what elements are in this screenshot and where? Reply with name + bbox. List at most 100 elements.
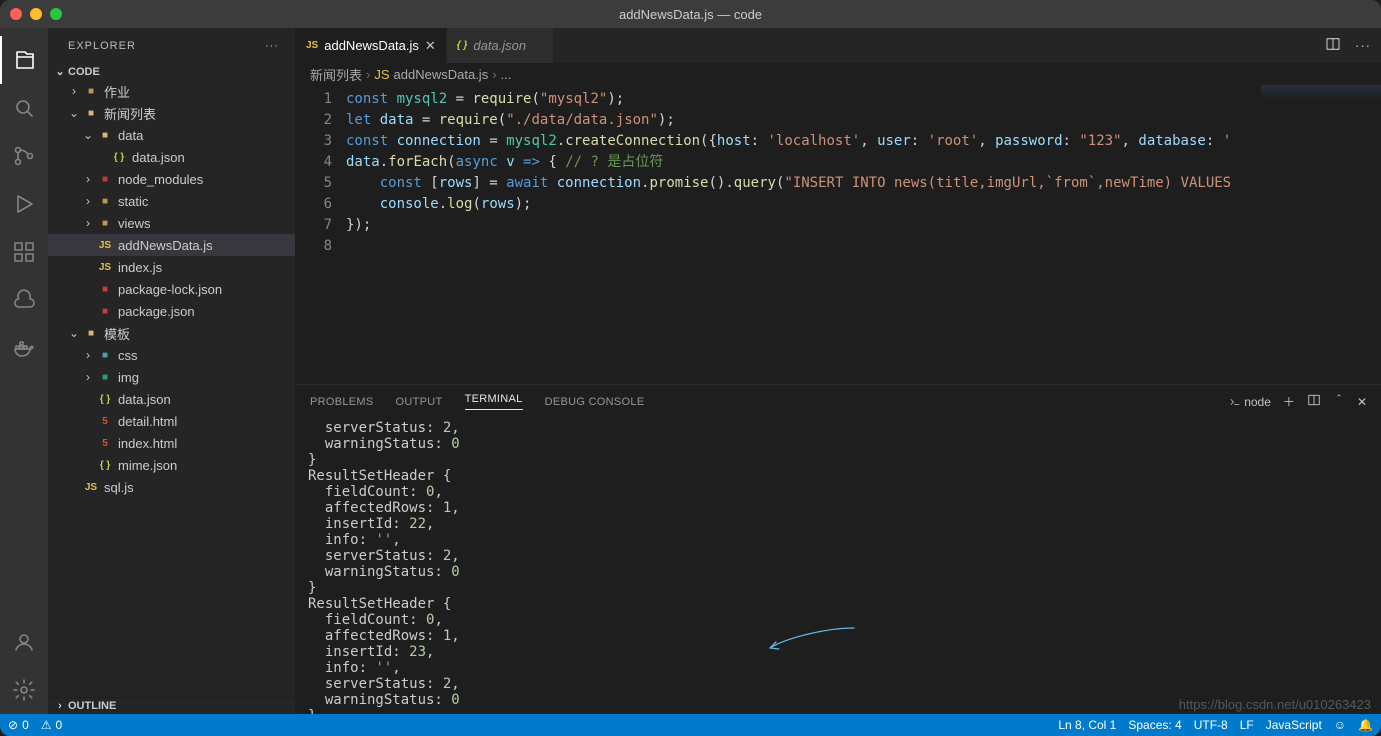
debug-view-icon[interactable] [0, 180, 48, 228]
outline-section[interactable]: ›OUTLINE [48, 697, 295, 714]
tree-item[interactable]: JSaddNewsData.js [48, 234, 295, 256]
settings-gear-icon[interactable] [0, 666, 48, 714]
close-window-button[interactable] [10, 8, 22, 20]
tree-item[interactable]: ›■static [48, 190, 295, 212]
folder-icon: ■ [82, 328, 100, 339]
folder-icon: ■ [96, 174, 114, 185]
js-icon: JS [374, 67, 389, 82]
line-gutter: 12345678 [296, 85, 346, 384]
maximize-panel-icon[interactable]: ＾ [1333, 393, 1345, 410]
status-errors[interactable]: ⊘ 0 [8, 718, 29, 732]
js-icon: JS [306, 40, 318, 51]
status-feedback-icon[interactable]: ☺ [1334, 718, 1346, 732]
tree-item[interactable]: JSsql.js [48, 476, 295, 498]
editor-tab[interactable]: JSaddNewsData.js✕ [296, 28, 447, 63]
folder-icon: ■ [96, 196, 114, 207]
new-terminal-icon[interactable]: ＋ [1283, 393, 1295, 410]
remote-view-icon[interactable] [0, 276, 48, 324]
tree-item[interactable]: { } mime.json [48, 454, 295, 476]
breadcrumb-more[interactable]: ... [501, 67, 512, 82]
terminal-output[interactable]: serverStatus: 2, warningStatus: 0 } Resu… [296, 418, 1381, 714]
status-bar: ⊘ 0 ⚠ 0 Ln 8, Col 1 Spaces: 4 UTF-8 LF J… [0, 714, 1381, 736]
workspace-root[interactable]: ⌄CODE [48, 63, 295, 80]
scm-view-icon[interactable] [0, 132, 48, 180]
breadcrumb[interactable]: 新闻列表 › JS addNewsData.js › ... [296, 63, 1381, 85]
npm-icon: ■ [96, 306, 114, 317]
tree-item-label: index.html [118, 436, 177, 451]
tree-item[interactable]: ›■css [48, 344, 295, 366]
tree-item-label: 新闻列表 [104, 104, 156, 123]
panel-tab-terminal[interactable]: TERMINAL [465, 393, 523, 410]
tree-item-label: package.json [118, 304, 195, 319]
tree-item-label: addNewsData.js [118, 238, 213, 253]
explorer-title: EXPLORER [68, 40, 136, 52]
tree-item-label: package-lock.json [118, 282, 222, 297]
tree-item-label: node_modules [118, 172, 203, 187]
status-bell-icon[interactable]: 🔔 [1358, 718, 1373, 732]
titlebar: addNewsData.js — code [0, 0, 1381, 28]
tree-item-label: img [118, 370, 139, 385]
tree-item[interactable]: ⌄■新闻列表 [48, 102, 295, 124]
explorer-more-icon[interactable]: ··· [265, 40, 279, 52]
tree-item[interactable]: ›■作业 [48, 80, 295, 102]
tree-item[interactable]: { } data.json [48, 388, 295, 410]
folder-icon: ■ [96, 130, 114, 141]
status-cursor-pos[interactable]: Ln 8, Col 1 [1058, 718, 1116, 732]
terminal-shell-select[interactable]: node [1229, 395, 1271, 409]
split-editor-icon[interactable] [1325, 36, 1341, 55]
editor-tab[interactable]: { }data.json✕ [447, 28, 554, 63]
tree-item[interactable]: ■ package.json [48, 300, 295, 322]
tree-item[interactable]: { }data.json [48, 146, 295, 168]
json-icon: { } [96, 394, 114, 405]
tree-item[interactable]: 5 index.html [48, 432, 295, 454]
js-icon: JS [96, 262, 114, 273]
tree-item-label: mime.json [118, 458, 177, 473]
close-panel-icon[interactable]: ✕ [1357, 395, 1367, 409]
tree-item[interactable]: ⌄■模板 [48, 322, 295, 344]
editor-more-icon[interactable]: ··· [1355, 38, 1371, 53]
panel-tab-debug-console[interactable]: DEBUG CONSOLE [545, 396, 645, 408]
zoom-window-button[interactable] [50, 8, 62, 20]
explorer-view-icon[interactable] [0, 36, 48, 84]
minimize-window-button[interactable] [30, 8, 42, 20]
minimap[interactable] [1261, 85, 1381, 384]
status-indent[interactable]: Spaces: 4 [1128, 718, 1181, 732]
tree-item-label: detail.html [118, 414, 177, 429]
status-warnings[interactable]: ⚠ 0 [41, 718, 62, 732]
tree-item[interactable]: ›■img [48, 366, 295, 388]
search-view-icon[interactable] [0, 84, 48, 132]
annotation-arrow-icon [766, 624, 856, 654]
tree-item-label: data.json [118, 392, 171, 407]
breadcrumb-file[interactable]: addNewsData.js [394, 67, 489, 82]
tree-item-label: 作业 [104, 82, 130, 101]
html-icon: 5 [96, 438, 114, 449]
window-title: addNewsData.js — code [619, 7, 762, 22]
tree-item[interactable]: JSindex.js [48, 256, 295, 278]
json-icon: { } [96, 460, 114, 471]
status-eol[interactable]: LF [1240, 718, 1254, 732]
tree-item[interactable]: ■package-lock.json [48, 278, 295, 300]
close-tab-icon[interactable]: ✕ [425, 38, 436, 54]
tree-item-label: sql.js [104, 480, 134, 495]
tree-item[interactable]: ⌄■data [48, 124, 295, 146]
split-terminal-icon[interactable] [1307, 393, 1321, 410]
tree-item[interactable]: ›■node_modules [48, 168, 295, 190]
panel-tabs: PROBLEMS OUTPUT TERMINAL DEBUG CONSOLE node… [296, 385, 1381, 418]
panel-tab-problems[interactable]: PROBLEMS [310, 396, 374, 408]
folder-icon: ■ [82, 86, 100, 97]
docker-view-icon[interactable] [0, 324, 48, 372]
status-encoding[interactable]: UTF-8 [1194, 718, 1228, 732]
accounts-icon[interactable] [0, 618, 48, 666]
explorer-sidebar: EXPLORER ··· ⌄CODE ›■作业⌄■新闻列表⌄■data{ }da… [48, 28, 296, 714]
code-editor[interactable]: 12345678 const mysql2 = require("mysql2"… [296, 85, 1381, 384]
tree-item-label: 模板 [104, 324, 130, 343]
folder-icon: ■ [96, 218, 114, 229]
breadcrumb-folder[interactable]: 新闻列表 [310, 65, 362, 84]
tree-item[interactable]: 5detail.html [48, 410, 295, 432]
status-language[interactable]: JavaScript [1266, 718, 1322, 732]
tree-item[interactable]: ›■views [48, 212, 295, 234]
extensions-view-icon[interactable] [0, 228, 48, 276]
panel-tab-output[interactable]: OUTPUT [396, 396, 443, 408]
folder-icon: ■ [96, 350, 114, 361]
tree-item-label: static [118, 194, 148, 209]
